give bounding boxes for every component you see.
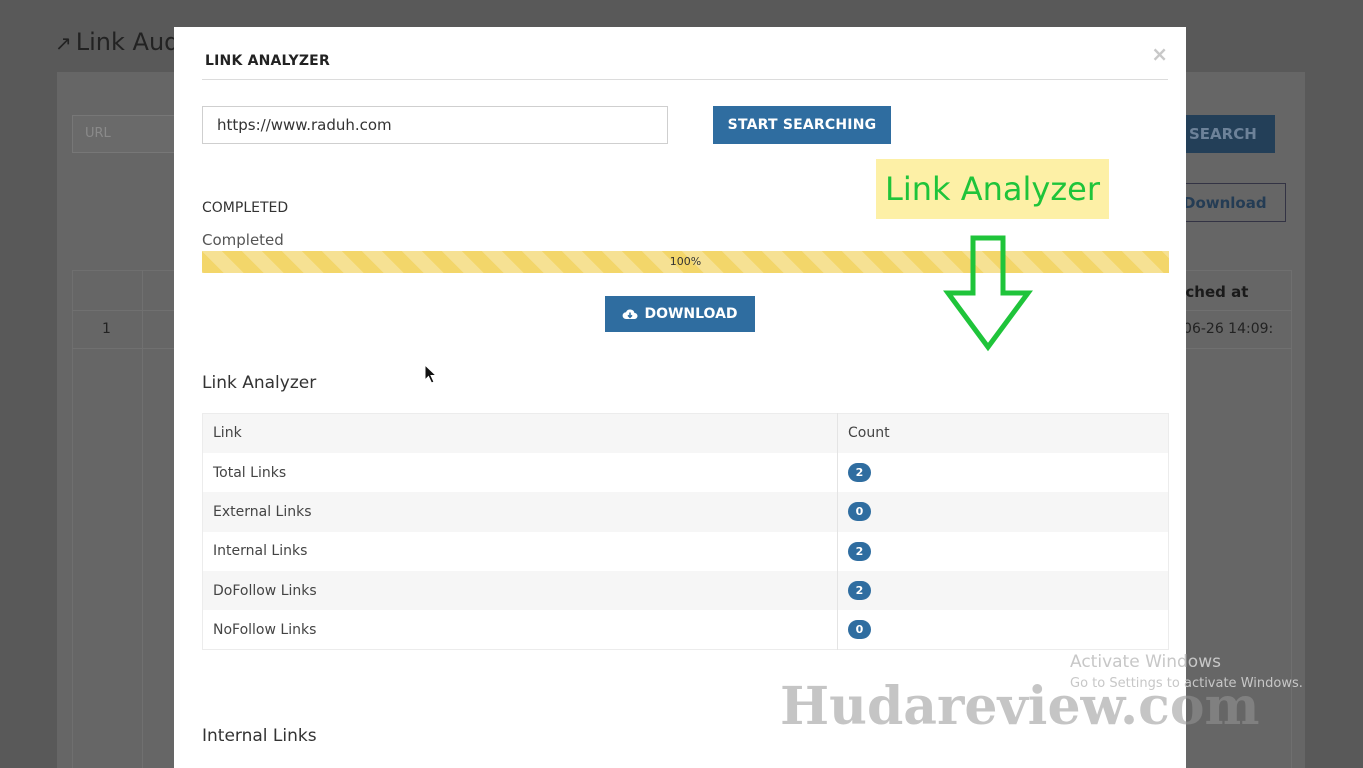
link-analyzer-section-title: Link Analyzer (202, 373, 317, 393)
table-row: DoFollow Links 2 (202, 571, 1169, 611)
modal-title: LINK ANALYZER (205, 53, 330, 69)
activation-title: Activate Windows (1070, 652, 1221, 672)
external-link-icon: ↗ (55, 31, 72, 55)
table-row-label: Total Links (213, 464, 287, 481)
annotation-label: Link Analyzer (876, 159, 1109, 219)
background-column-header: rched at (1178, 283, 1249, 301)
internal-links-section-title: Internal Links (202, 726, 317, 746)
background-download-button: Download (1170, 183, 1286, 222)
background-row-number: 1 (102, 321, 111, 337)
cloud-download-icon (623, 309, 638, 319)
table-row: Internal Links 2 (202, 531, 1169, 572)
table-row-label: NoFollow Links (213, 621, 317, 638)
close-icon[interactable]: × (1151, 42, 1168, 66)
arrow-down-icon (943, 235, 1033, 352)
table-row-count: 0 (837, 492, 1169, 532)
table-row-count: 2 (837, 452, 1169, 493)
link-analyzer-modal: LINK ANALYZER × START SEARCHING COMPLETE… (174, 27, 1186, 768)
count-column-header: Count (837, 413, 1169, 453)
status-text: Completed (202, 231, 284, 249)
modal-header-divider (202, 79, 1168, 80)
start-searching-button[interactable]: START SEARCHING (713, 106, 891, 144)
count-badge: 0 (848, 620, 871, 640)
table-row: NoFollow Links 0 (202, 610, 1169, 650)
table-row: Total Links 2 (202, 452, 1169, 493)
table-row-count: 2 (837, 571, 1169, 611)
background-page-title: ↗ Link Aud (55, 28, 180, 56)
table-row-label: Internal Links (213, 543, 308, 560)
count-badge: 2 (848, 541, 871, 561)
count-badge: 2 (848, 463, 871, 483)
background-table-divider (142, 270, 143, 768)
status-heading: COMPLETED (202, 200, 289, 216)
download-button[interactable]: DOWNLOAD (605, 296, 755, 332)
count-badge: 0 (848, 502, 871, 522)
mouse-cursor-icon (424, 364, 438, 384)
watermark: Hudareview.com (780, 676, 1260, 737)
table-header-row: Link Count (202, 413, 1169, 453)
table-row-label: External Links (213, 503, 312, 520)
download-button-label: DOWNLOAD (644, 306, 738, 322)
table-row-label: DoFollow Links (213, 582, 317, 599)
count-badge: 2 (848, 581, 871, 601)
background-search-button: SEARCH (1175, 115, 1275, 153)
link-column-header: Link (213, 425, 242, 442)
link-analyzer-table: Link Count Total Links 2 External Links … (202, 413, 1169, 651)
url-input[interactable] (202, 106, 668, 144)
background-row-date: -06-26 14:09: (1178, 321, 1274, 337)
table-row-count: 2 (837, 531, 1169, 572)
table-row-count: 0 (837, 610, 1169, 650)
table-row: External Links 0 (202, 492, 1169, 532)
